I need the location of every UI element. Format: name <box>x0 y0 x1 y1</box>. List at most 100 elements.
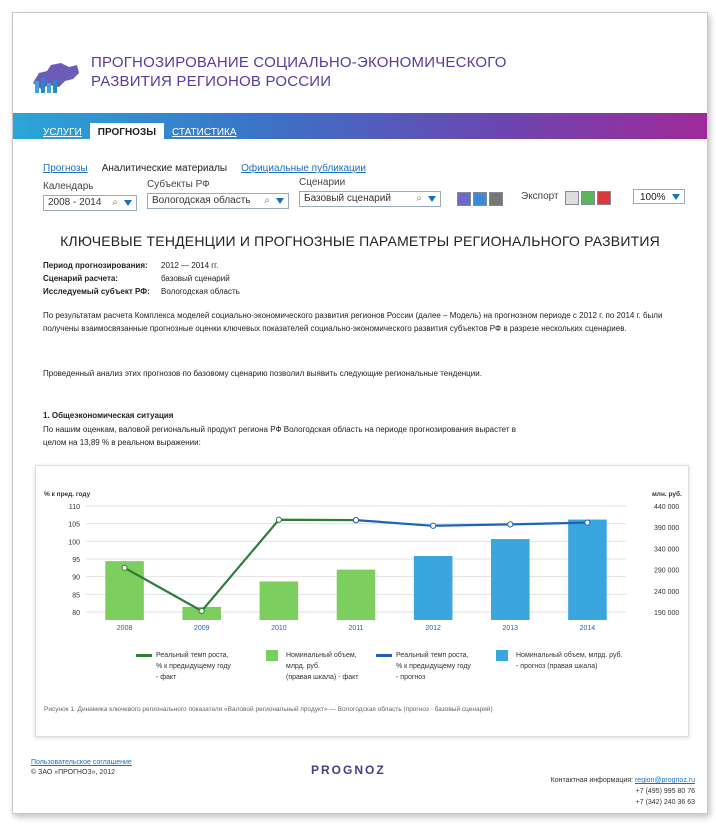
legend-label: Номинальный объем, млрд. руб. - прогноз (… <box>516 652 623 670</box>
search-icon[interactable]: ⌕ <box>112 196 118 210</box>
chevron-down-icon[interactable] <box>124 200 132 206</box>
legend-swatch <box>266 650 278 661</box>
scenarios-select[interactable]: Базовый сценарий ⌕ <box>299 191 441 207</box>
right-axis-label: млн. руб. <box>652 490 682 498</box>
chart-bar <box>413 556 453 620</box>
contact-label: Контактная информация: <box>550 777 634 784</box>
app-title: Прогнозирование социально-экономического… <box>91 53 511 91</box>
contact-phone-1: +7 (495) 995 80 76 <box>635 788 695 795</box>
copyright-text: © ЗАО «ПРОГНОЗ», 2012 <box>31 769 115 776</box>
chevron-down-icon[interactable] <box>672 194 680 200</box>
left-tick-label: 80 <box>72 610 80 617</box>
subjects-value: Вологодская область <box>152 195 251 206</box>
export-doc-icon[interactable] <box>565 191 579 205</box>
subnav-analytics-current[interactable]: Аналитические материалы <box>102 163 227 174</box>
legend-swatch <box>136 654 152 657</box>
left-tick-label: 110 <box>69 504 80 511</box>
left-axis-label: % к пред. году <box>44 491 91 498</box>
search-icon[interactable]: ⌕ <box>416 192 422 206</box>
subjects-select[interactable]: Вологодская область ⌕ <box>147 193 289 209</box>
right-tick-label: 440 000 <box>654 504 679 511</box>
subjects-label: Субъекты РФ <box>147 179 210 190</box>
prognoz-logo[interactable]: PROGNOZ <box>311 763 386 777</box>
x-tick-label: 2014 <box>580 625 596 632</box>
legend-label: Реальный темп роста,% к предыдущему году… <box>156 652 231 681</box>
section-text: По нашим оценкам, валовой региональный п… <box>43 425 516 447</box>
chart-caption: Рисунок 1. Динамика ключевого региональн… <box>44 706 493 713</box>
legend-label: Реальный темп роста,% к предыдущему году… <box>396 652 471 681</box>
chart-bar <box>568 519 607 620</box>
chart-line <box>124 518 357 613</box>
app-title-line2: развития регионов России <box>91 73 332 90</box>
user-agreement-link[interactable]: Пользовательское соглашение <box>31 759 132 766</box>
tab-forecasts[interactable]: Прогнозы <box>89 123 164 141</box>
legend-swatch <box>376 654 392 657</box>
chart-point <box>352 517 360 524</box>
x-tick-label: 2012 <box>425 625 441 632</box>
chart-point <box>507 521 514 528</box>
contact-phone-2: +7 (342) 240 36 63 <box>635 799 695 806</box>
meta-row: Сценарий расчета: базовый сценарий <box>43 272 240 285</box>
tab-statistics[interactable]: Статистика <box>164 123 245 141</box>
chevron-down-icon[interactable] <box>428 196 436 202</box>
gdp-chart: 110 105 100 95 90 85 80 440 000 390 000 340 000 29… <box>35 465 689 737</box>
search-icon[interactable]: ⌕ <box>264 194 270 208</box>
meta-key: Исследуемый субъект РФ: <box>43 287 150 296</box>
scenarios-label: Сценарии <box>299 177 346 188</box>
left-tick-label: 95 <box>72 557 80 564</box>
top-navigation: Услуги Прогнозы Статистика <box>35 123 245 141</box>
x-tick-label: 2010 <box>271 625 287 632</box>
legend-label: Номинальный объем, млрд. руб. (правая шкал… <box>286 652 359 681</box>
scenarios-value: Базовый сценарий <box>304 193 391 204</box>
subnav-forecasts-link[interactable]: Прогнозы <box>43 163 88 174</box>
chart-point <box>275 516 282 523</box>
refresh-icon[interactable] <box>473 192 487 206</box>
report-meta: Период прогнозирования: 2012 — 2014 гг. … <box>43 259 240 298</box>
meta-row: Исследуемый субъект РФ: Вологодская обла… <box>43 285 240 298</box>
chart-line <box>355 519 588 527</box>
export-pdf-icon[interactable] <box>597 191 611 205</box>
chart-bar <box>336 569 376 620</box>
calendar-label: Календарь <box>43 181 94 192</box>
chevron-down-icon[interactable] <box>276 198 284 204</box>
export-label: Экспорт <box>521 191 559 202</box>
print-icon[interactable] <box>489 192 503 206</box>
app-title-line1: Прогнозирование социально-экономического <box>91 54 507 71</box>
tab-services[interactable]: Услуги <box>35 123 90 141</box>
chart-point <box>584 519 591 526</box>
legend-swatch <box>496 650 508 661</box>
meta-row: Период прогнозирования: 2012 — 2014 гг. <box>43 259 240 272</box>
contact-info: Контактная информация: region@prognoz.ru… <box>551 775 695 808</box>
meta-key: Период прогнозирования: <box>43 261 148 270</box>
report-page: Прогнозирование социально-экономического… <box>12 12 708 814</box>
x-tick-label: 2011 <box>348 625 363 632</box>
right-tick-label: 190 000 <box>654 610 679 617</box>
left-tick-label: 90 <box>72 575 80 582</box>
right-tick-label: 290 000 <box>654 568 679 575</box>
x-tick-label: 2009 <box>194 625 210 632</box>
calendar-value: 2008 - 2014 <box>48 197 102 208</box>
calendar-select[interactable]: 2008 - 2014 ⌕ <box>43 195 137 211</box>
left-tick-label: 85 <box>72 592 80 599</box>
export-excel-icon[interactable] <box>581 191 595 205</box>
russia-map-logo-icon <box>33 63 79 93</box>
left-tick-label: 100 <box>68 539 80 546</box>
intro-paragraph: По результатам расчета Комплекса моделей… <box>43 311 663 333</box>
sub-navigation: Прогнозы Аналитические материалы Официал… <box>43 163 366 174</box>
chart-point <box>430 522 437 529</box>
chart-bar <box>259 581 299 620</box>
chart-point <box>121 564 128 571</box>
right-tick-label: 390 000 <box>654 525 679 532</box>
subnav-publications-link[interactable]: Официальные публикации <box>241 163 366 174</box>
zoom-select[interactable]: 100% <box>633 189 685 204</box>
section-title: 1. Общеэкономическая ситуация <box>43 411 174 420</box>
left-tick-label: 105 <box>68 522 80 529</box>
meta-key: Сценарий расчета: <box>43 274 118 283</box>
analysis-paragraph: Проведенный анализ этих прогнозов по баз… <box>43 369 482 378</box>
save-icon[interactable] <box>457 192 471 206</box>
meta-value: Вологодская область <box>161 287 240 296</box>
zoom-value: 100% <box>640 192 666 203</box>
contact-email-link[interactable]: region@prognoz.ru <box>635 777 695 784</box>
chart-point <box>198 607 205 615</box>
right-tick-label: 340 000 <box>654 546 679 553</box>
